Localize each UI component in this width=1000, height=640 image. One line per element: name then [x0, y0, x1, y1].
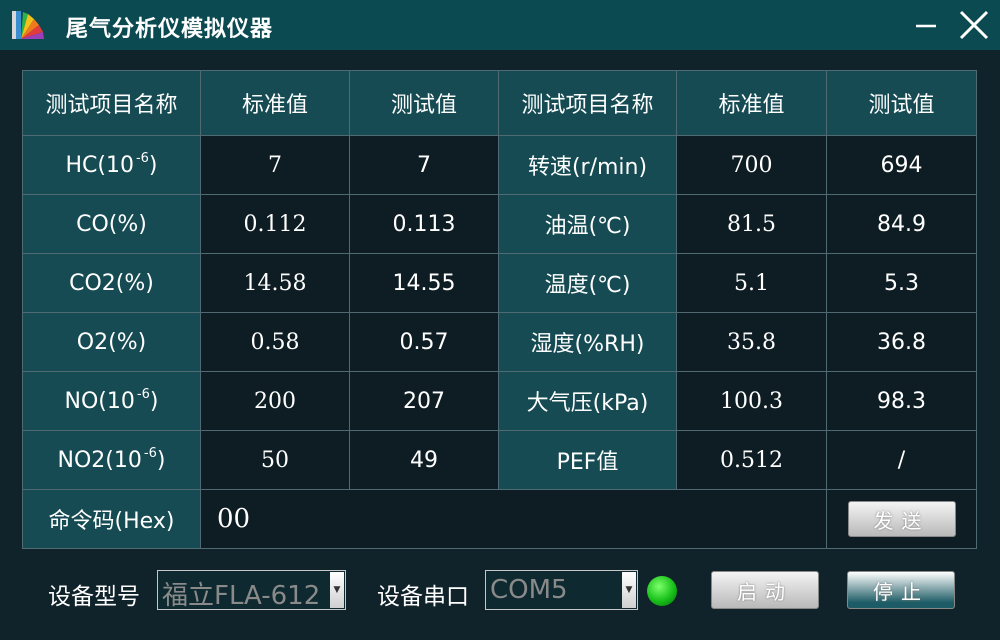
test-value-co: 0.113: [349, 194, 499, 254]
table-row: NO2(10 -6) 50 49 PEF值 0.512 /: [22, 430, 977, 490]
bottom-controls: 设备型号 福立FLA-612 ▼ 设备串口 COM5 ▼ 启动 停止: [0, 566, 1000, 616]
item-name-speed: 转速(r/min): [498, 135, 677, 195]
command-code-value: 00: [217, 504, 251, 534]
item-name-text: NO(10: [64, 388, 135, 414]
close-button[interactable]: [954, 6, 994, 44]
item-name-pef: PEF值: [498, 430, 677, 490]
chevron-down-icon[interactable]: ▼: [622, 572, 636, 608]
app-logo-icon: [12, 11, 44, 39]
command-code-label: 命令码(Hex): [22, 489, 201, 549]
test-value-pressure: 98.3: [826, 371, 977, 431]
send-button[interactable]: 发送: [847, 501, 956, 537]
item-name-oil-temp: 油温(℃): [498, 194, 677, 254]
test-value-o2: 0.57: [349, 312, 499, 372]
serial-port-value: COM5: [490, 575, 568, 605]
header-item-name-2: 测试项目名称: [498, 70, 677, 136]
standard-value-temperature[interactable]: 5.1: [676, 253, 827, 313]
item-name-co: CO(%): [22, 194, 201, 254]
item-name-o2: O2(%): [22, 312, 201, 372]
item-name-humidity: 湿度(%RH): [498, 312, 677, 372]
test-value-oil-temp: 84.9: [826, 194, 977, 254]
test-value-hc: 7: [349, 135, 499, 195]
start-button[interactable]: 启动: [711, 571, 819, 609]
close-icon: [959, 10, 989, 40]
test-value-speed: 694: [826, 135, 977, 195]
main-window: 尾气分析仪模拟仪器 测试项目名称 标准值 测试值 测试项目名称 标准值 测试值: [0, 0, 1000, 640]
send-cell: 发送: [826, 489, 977, 549]
item-name-suffix: ): [149, 388, 159, 414]
minimize-icon: [916, 24, 936, 28]
header-item-name-1: 测试项目名称: [22, 70, 201, 136]
serial-port-label: 设备串口: [377, 584, 469, 610]
stop-button[interactable]: 停止: [847, 571, 955, 609]
window-title: 尾气分析仪模拟仪器: [66, 17, 274, 42]
header-standard-2: 标准值: [676, 70, 827, 136]
connection-status-led-icon: [647, 576, 677, 606]
item-name-text: NO2(10: [57, 447, 142, 473]
item-name-no2: NO2(10 -6): [22, 430, 201, 490]
table-header: 测试项目名称 标准值 测试值 测试项目名称 标准值 测试值: [22, 70, 977, 136]
test-value-no: 207: [349, 371, 499, 431]
chevron-down-icon[interactable]: ▼: [330, 572, 344, 608]
test-value-humidity: 36.8: [826, 312, 977, 372]
standard-value-co[interactable]: 0.112: [200, 194, 350, 254]
table-row: CO(%) 0.112 0.113 油温(℃) 81.5 84.9: [22, 194, 977, 254]
standard-value-pef[interactable]: 0.512: [676, 430, 827, 490]
item-name-suffix: ): [156, 447, 166, 473]
standard-value-no[interactable]: 200: [200, 371, 350, 431]
test-value-co2: 14.55: [349, 253, 499, 313]
item-name-hc: HC(10 -6): [22, 135, 201, 195]
item-name-sup: -6: [135, 150, 149, 166]
standard-value-oil-temp[interactable]: 81.5: [676, 194, 827, 254]
command-code-input[interactable]: 00: [200, 489, 827, 549]
standard-value-humidity[interactable]: 35.8: [676, 312, 827, 372]
standard-value-co2[interactable]: 14.58: [200, 253, 350, 313]
device-model-select[interactable]: 福立FLA-612 ▼: [157, 570, 346, 611]
minimize-button[interactable]: [906, 6, 946, 44]
header-test-2: 测试值: [826, 70, 977, 136]
item-name-text: HC(10: [65, 152, 134, 178]
item-name-temperature: 温度(℃): [498, 253, 677, 313]
command-row: 命令码(Hex) 00 发送: [22, 489, 977, 549]
standard-value-speed[interactable]: 700: [676, 135, 827, 195]
table-row: NO(10 -6) 200 207 大气压(kPa) 100.3 98.3: [22, 371, 977, 431]
device-model-value: 福立FLA-612: [162, 581, 321, 611]
item-name-suffix: ): [148, 152, 158, 178]
item-name-sup: -6: [136, 386, 150, 402]
item-name-no: NO(10 -6): [22, 371, 201, 431]
test-value-temperature: 5.3: [826, 253, 977, 313]
item-name-sup: -6: [143, 445, 157, 461]
standard-value-o2[interactable]: 0.58: [200, 312, 350, 372]
test-value-no2: 49: [349, 430, 499, 490]
table-row: CO2(%) 14.58 14.55 温度(℃) 5.1 5.3: [22, 253, 977, 313]
header-test-1: 测试值: [349, 70, 499, 136]
item-name-co2: CO2(%): [22, 253, 201, 313]
table-row: O2(%) 0.58 0.57 湿度(%RH) 35.8 36.8: [22, 312, 977, 372]
item-name-pressure: 大气压(kPa): [498, 371, 677, 431]
standard-value-no2[interactable]: 50: [200, 430, 350, 490]
standard-value-pressure[interactable]: 100.3: [676, 371, 827, 431]
test-value-pef: /: [826, 430, 977, 490]
header-standard-1: 标准值: [200, 70, 350, 136]
measurement-table: 测试项目名称 标准值 测试值 测试项目名称 标准值 测试值 HC(10 -6) 7…: [22, 70, 977, 549]
title-bar[interactable]: 尾气分析仪模拟仪器: [0, 0, 1000, 50]
standard-value-hc[interactable]: 7: [200, 135, 350, 195]
serial-port-select[interactable]: COM5 ▼: [485, 570, 638, 610]
table-row: HC(10 -6) 7 7 转速(r/min) 700 694: [22, 135, 977, 195]
device-model-label: 设备型号: [48, 584, 140, 610]
